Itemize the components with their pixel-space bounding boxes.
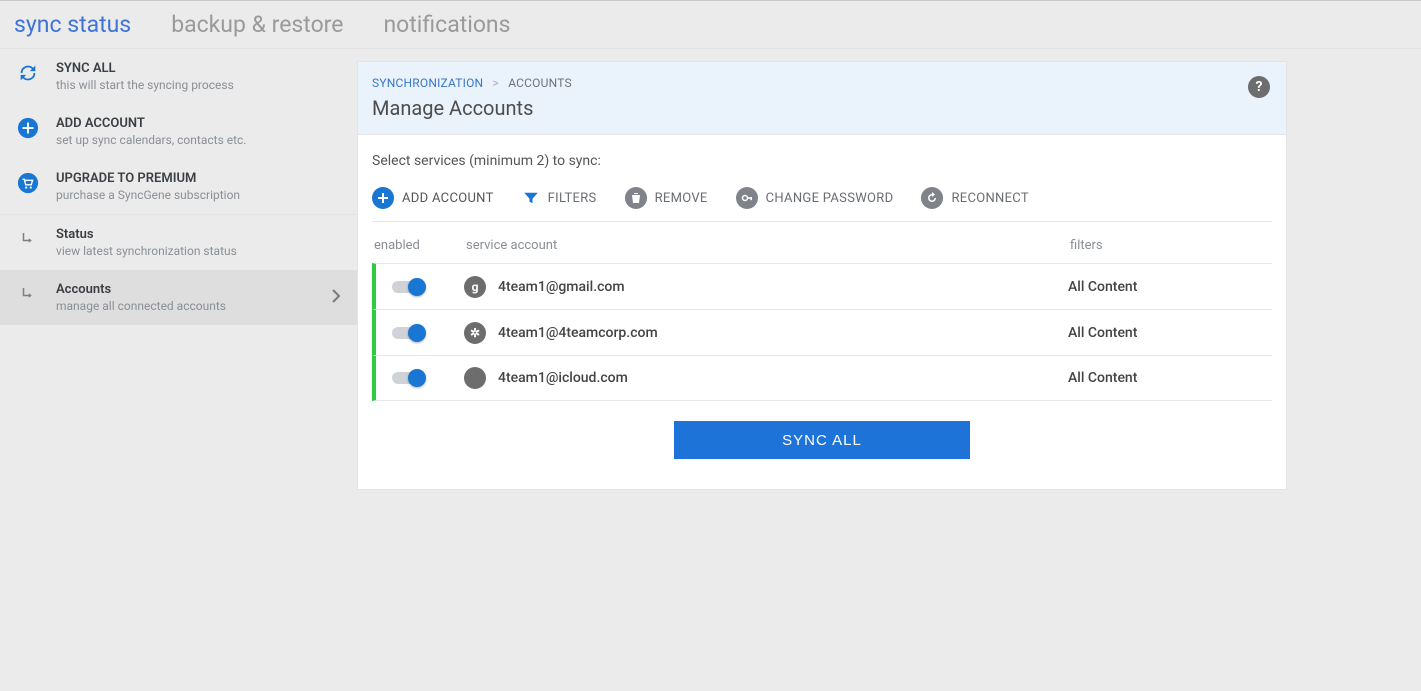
table-row[interactable]: ✲ 4team1@4teamcorp.com All Content: [372, 309, 1272, 355]
subtitle: Select services (minimum 2) to sync:: [372, 153, 1272, 169]
toolbar: ADD ACCOUNT FILTERS REMOVE: [372, 187, 1272, 222]
add-account-button[interactable]: ADD ACCOUNT: [372, 187, 494, 209]
filter-icon: [522, 189, 540, 207]
exchange-icon: ✲: [464, 322, 486, 344]
remove-button[interactable]: REMOVE: [625, 187, 708, 209]
toolbar-label: FILTERS: [548, 191, 597, 206]
sidebar: SYNC ALL this will start the syncing pro…: [0, 49, 357, 669]
table-row[interactable]: g 4team1@gmail.com All Content: [372, 263, 1272, 309]
sidebar-item-label: SYNC ALL: [56, 61, 341, 76]
subitem-arrow-icon: [16, 282, 40, 306]
tab-sync-status[interactable]: sync status: [14, 1, 131, 48]
row-service-account: 4team1@icloud.com: [464, 367, 1068, 389]
row-enabled: [384, 327, 464, 339]
sidebar-item-accounts[interactable]: Accounts manage all connected accounts: [0, 270, 357, 325]
table-columns: enabled service account filters: [372, 232, 1272, 263]
cart-circle-icon: [16, 171, 40, 195]
card-header: SYNCHRONIZATION > ACCOUNTS Manage Accoun…: [358, 62, 1286, 135]
column-filters: filters: [1070, 238, 1270, 253]
card-body: Select services (minimum 2) to sync: ADD…: [358, 135, 1286, 489]
sidebar-item-sub: set up sync calendars, contacts etc.: [56, 133, 341, 147]
main: SYNCHRONIZATION > ACCOUNTS Manage Accoun…: [357, 49, 1421, 669]
filters-button[interactable]: FILTERS: [522, 189, 597, 207]
breadcrumb-parent[interactable]: SYNCHRONIZATION: [372, 76, 483, 90]
page-title: Manage Accounts: [372, 96, 1266, 120]
sidebar-item-label: UPGRADE TO PREMIUM: [56, 171, 341, 186]
google-icon: g: [464, 276, 486, 298]
toolbar-label: CHANGE PASSWORD: [766, 191, 894, 206]
sidebar-item-add-account[interactable]: ADD ACCOUNT set up sync calendars, conta…: [0, 104, 357, 159]
plus-circle-icon: [16, 116, 40, 140]
breadcrumb-separator: >: [487, 76, 505, 90]
enable-toggle[interactable]: [392, 372, 422, 384]
breadcrumb-current: ACCOUNTS: [508, 76, 572, 90]
reconnect-icon: [921, 187, 943, 209]
account-email: 4team1@icloud.com: [498, 370, 628, 386]
sync-all-button[interactable]: SYNC ALL: [674, 421, 970, 459]
change-password-button[interactable]: CHANGE PASSWORD: [736, 187, 894, 209]
sidebar-item-label: Accounts: [56, 282, 315, 297]
row-filters: All Content: [1068, 279, 1268, 295]
sidebar-item-upgrade[interactable]: UPGRADE TO PREMIUM purchase a SyncGene s…: [0, 159, 357, 214]
enable-toggle[interactable]: [392, 327, 422, 339]
column-service-account: service account: [466, 238, 1070, 253]
trash-icon: [625, 187, 647, 209]
chevron-right-icon: [331, 287, 341, 308]
row-enabled: [384, 281, 464, 293]
top-tabs: sync status backup & restore notificatio…: [0, 1, 1421, 49]
icloud-icon: [464, 367, 486, 389]
reconnect-button[interactable]: RECONNECT: [921, 187, 1028, 209]
toolbar-label: ADD ACCOUNT: [402, 191, 494, 206]
layout: SYNC ALL this will start the syncing pro…: [0, 49, 1421, 669]
account-email: 4team1@4teamcorp.com: [498, 325, 658, 341]
sync-icon: [16, 61, 40, 85]
sidebar-item-label: ADD ACCOUNT: [56, 116, 341, 131]
key-icon: [736, 187, 758, 209]
subitem-arrow-icon: [16, 227, 40, 251]
sidebar-item-sub: manage all connected accounts: [56, 299, 315, 313]
help-icon[interactable]: ?: [1248, 76, 1270, 98]
tab-notifications[interactable]: notifications: [383, 1, 510, 48]
enable-toggle[interactable]: [392, 281, 422, 293]
sidebar-item-sub: purchase a SyncGene subscription: [56, 188, 341, 202]
tab-backup-restore[interactable]: backup & restore: [171, 1, 343, 48]
sidebar-item-status[interactable]: Status view latest synchronization statu…: [0, 214, 357, 270]
row-filters: All Content: [1068, 370, 1268, 386]
breadcrumb: SYNCHRONIZATION > ACCOUNTS: [372, 76, 1266, 90]
sidebar-item-sync-all[interactable]: SYNC ALL this will start the syncing pro…: [0, 49, 357, 104]
row-enabled: [384, 372, 464, 384]
sidebar-item-label: Status: [56, 227, 341, 242]
sidebar-item-sub: this will start the syncing process: [56, 78, 341, 92]
row-service-account: g 4team1@gmail.com: [464, 276, 1068, 298]
plus-icon: [372, 187, 394, 209]
toolbar-label: RECONNECT: [951, 191, 1028, 206]
row-service-account: ✲ 4team1@4teamcorp.com: [464, 322, 1068, 344]
toolbar-label: REMOVE: [655, 191, 708, 206]
table-row[interactable]: 4team1@icloud.com All Content: [372, 355, 1272, 401]
sidebar-item-sub: view latest synchronization status: [56, 244, 341, 258]
column-enabled: enabled: [374, 238, 466, 253]
row-filters: All Content: [1068, 325, 1268, 341]
account-email: 4team1@gmail.com: [498, 279, 625, 295]
accounts-card: SYNCHRONIZATION > ACCOUNTS Manage Accoun…: [357, 61, 1287, 490]
